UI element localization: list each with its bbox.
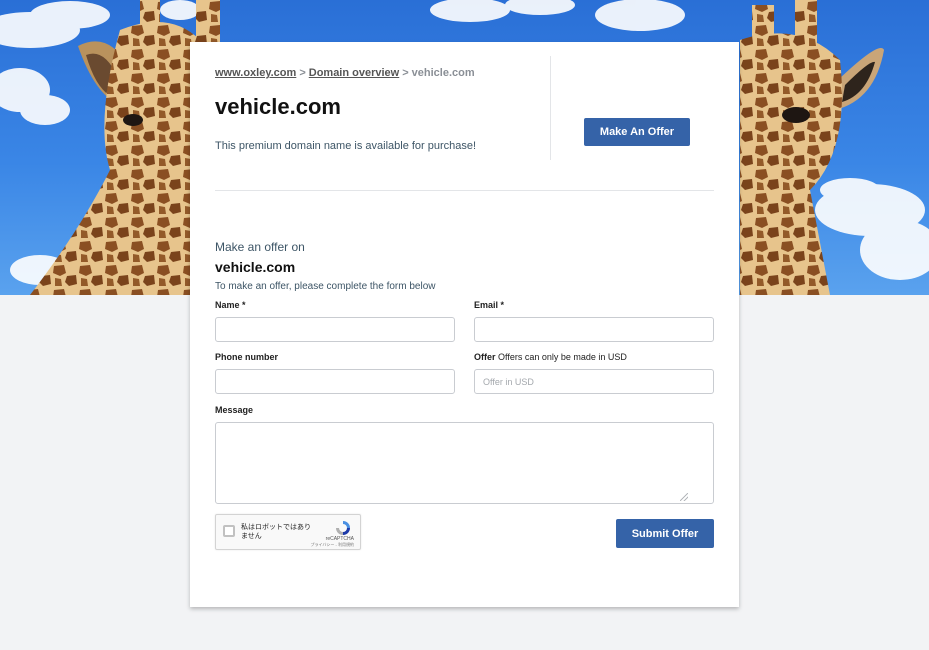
breadcrumb-current: vehicle.com (411, 67, 475, 79)
offer-label-text: Offer (474, 352, 496, 362)
breadcrumb-separator: > (299, 67, 306, 79)
domain-title: vehicle.com (215, 94, 341, 119)
message-textarea[interactable] (215, 422, 714, 504)
offer-label: Offer Offers can only be made in USD (474, 352, 627, 362)
offer-instructions: To make an offer, please complete the fo… (215, 281, 436, 292)
phone-label: Phone number (215, 352, 279, 362)
breadcrumb-separator: > (402, 67, 409, 79)
phone-input[interactable] (215, 369, 455, 394)
message-label: Message (215, 405, 254, 415)
breadcrumb: www.oxley.com > Domain overview > vehicle.co… (215, 67, 475, 79)
offer-domain: vehicle.com (215, 259, 296, 275)
email-label: Email * (474, 300, 505, 310)
section-divider (215, 190, 714, 191)
vertical-divider (550, 56, 551, 160)
breadcrumb-site-link[interactable]: www.oxley.com (215, 67, 296, 79)
recaptcha-widget: 私はロボットではありません reCAPTCHA プライバシー - 利用規約 (215, 514, 361, 550)
name-label: Name * (215, 300, 246, 310)
recaptcha-label: 私はロボットではありません (241, 524, 311, 540)
submit-offer-button[interactable]: Submit Offer (616, 519, 714, 548)
domain-card: www.oxley.com > Domain overview > vehicle.co… (190, 42, 739, 607)
availability-text: This premium domain name is available fo… (215, 140, 477, 152)
offer-amount-input[interactable] (474, 369, 714, 394)
checkbox-icon[interactable] (223, 525, 235, 537)
recaptcha-logo-icon (336, 521, 350, 535)
recaptcha-links[interactable]: プライバシー - 利用規約 (311, 542, 354, 548)
resize-grip-icon[interactable] (680, 493, 688, 501)
name-input[interactable] (215, 317, 455, 342)
breadcrumb-domain-overview-link[interactable]: Domain overview (309, 67, 399, 79)
offer-currency-note: Offers can only be made in USD (498, 352, 627, 362)
offer-intro: Make an offer on (215, 240, 305, 254)
email-input[interactable] (474, 317, 714, 342)
make-an-offer-button[interactable]: Make An Offer (584, 118, 690, 146)
